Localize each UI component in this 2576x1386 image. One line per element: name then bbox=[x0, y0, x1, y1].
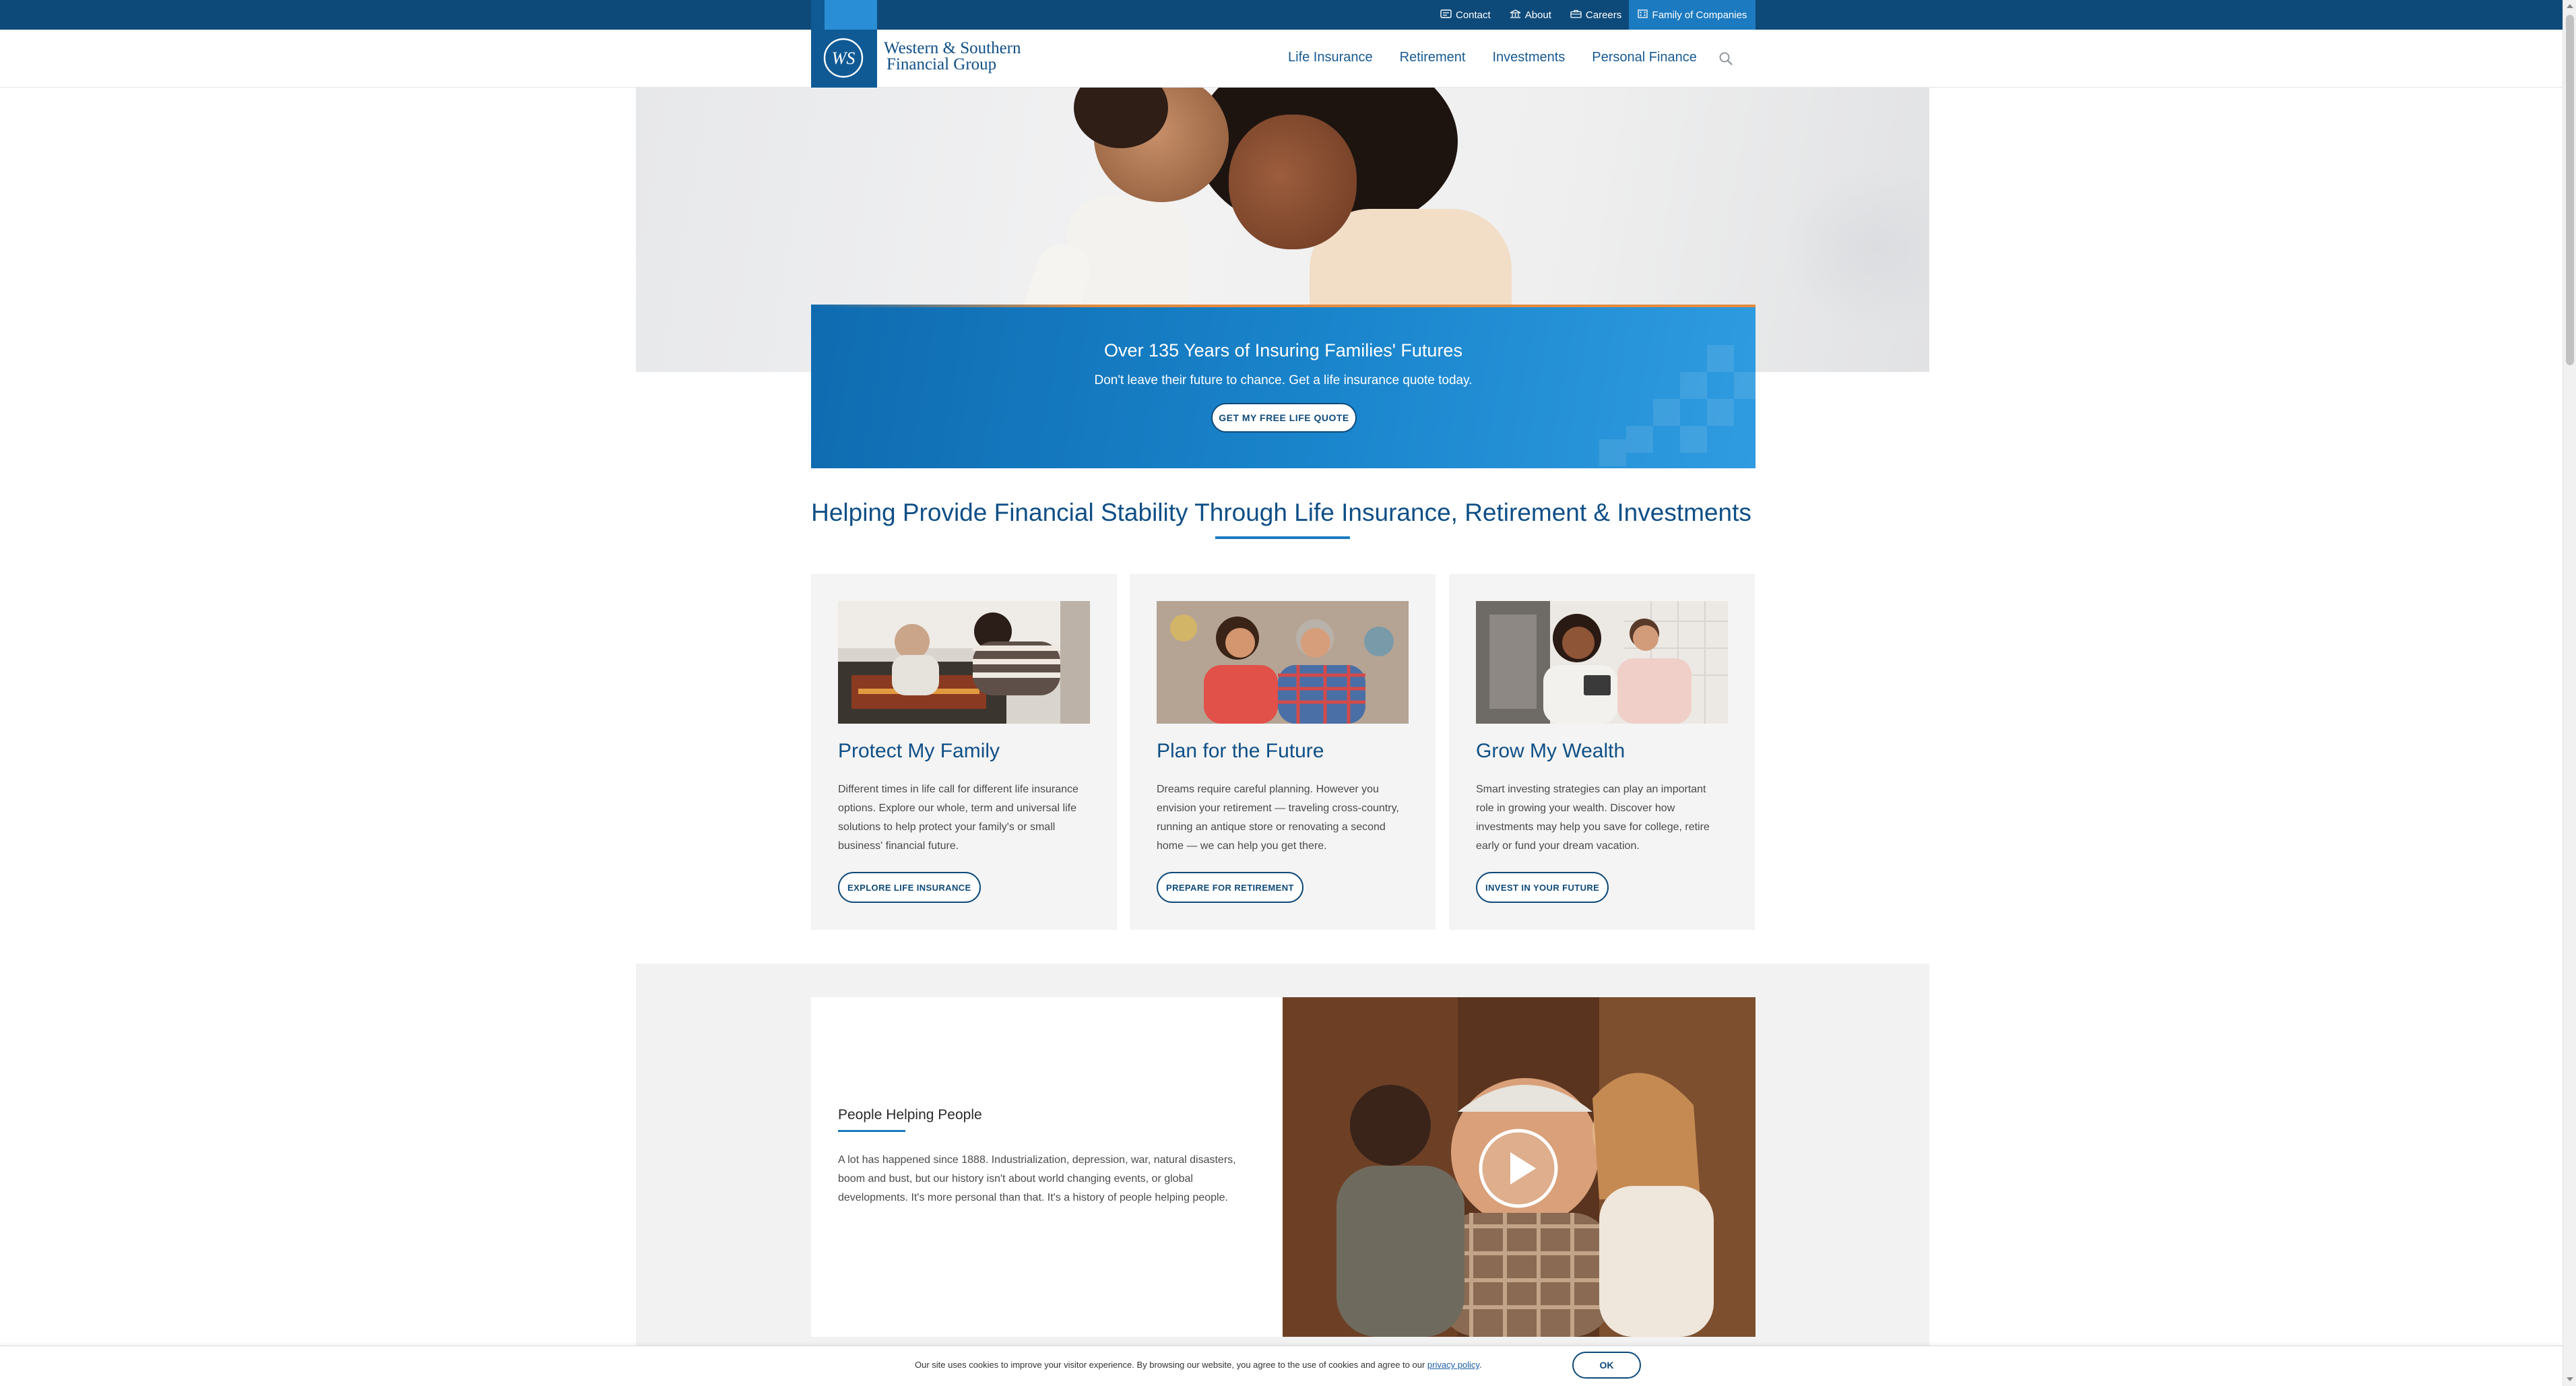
contact-link[interactable]: Contact bbox=[1440, 9, 1491, 21]
card-image-illustration bbox=[1157, 601, 1409, 724]
card-image-retired-couple bbox=[1157, 601, 1409, 724]
cookie-text: Our site uses cookies to improve your vi… bbox=[915, 1360, 1482, 1370]
promo-accent-line bbox=[811, 305, 1756, 307]
family-of-companies-label: Family of Companies bbox=[1652, 9, 1747, 21]
section-heading: Helping Provide Financial Stability Thro… bbox=[811, 499, 1751, 526]
nav-personal-finance[interactable]: Personal Finance bbox=[1592, 50, 1697, 65]
contact-card-icon bbox=[1440, 9, 1452, 21]
people-title-underline bbox=[838, 1130, 905, 1132]
invest-in-your-future-button[interactable]: INVEST IN YOUR FUTURE bbox=[1476, 872, 1609, 903]
nav-life-insurance[interactable]: Life Insurance bbox=[1288, 50, 1373, 65]
logo-monogram: WS bbox=[832, 49, 856, 68]
section-heading-underline bbox=[1215, 536, 1350, 539]
promo-pattern bbox=[1653, 399, 1680, 426]
cookie-text-main: Our site uses cookies to improve your vi… bbox=[915, 1360, 1427, 1370]
promo-title: Over 135 Years of Insuring Families' Fut… bbox=[1104, 340, 1462, 360]
hero-photo-shape bbox=[1229, 115, 1357, 249]
nav-investments[interactable]: Investments bbox=[1492, 50, 1565, 65]
about-link[interactable]: About bbox=[1510, 9, 1551, 21]
card-image-illustration bbox=[1476, 601, 1728, 724]
card-plan-future: Plan for the Future Dreams require caref… bbox=[1130, 574, 1436, 930]
prepare-for-retirement-button[interactable]: PREPARE FOR RETIREMENT bbox=[1157, 872, 1303, 903]
card-text: Different times in life call for differe… bbox=[838, 784, 1078, 852]
cookie-ok-button[interactable]: OK bbox=[1572, 1352, 1641, 1379]
site-header bbox=[0, 30, 2563, 88]
play-icon bbox=[1479, 1129, 1558, 1208]
free-quote-button[interactable]: GET MY FREE LIFE QUOTE bbox=[1211, 403, 1357, 433]
card-image-couple-tablet bbox=[1476, 601, 1728, 724]
cookie-text-end: . bbox=[1479, 1360, 1482, 1370]
card-text: Dreams require careful planning. However… bbox=[1157, 784, 1399, 852]
card-protect-family: Protect My Family Different times in lif… bbox=[811, 574, 1117, 930]
promo-pattern bbox=[1599, 439, 1626, 466]
card-image-family-kitchen bbox=[838, 601, 1090, 724]
about-link-label: About bbox=[1524, 9, 1551, 21]
page-scrollbar[interactable] bbox=[2563, 0, 2576, 1386]
scroll-down-arrow-icon[interactable] bbox=[2567, 1377, 2573, 1381]
card-title: Protect My Family bbox=[838, 740, 1000, 762]
promo-pattern bbox=[1626, 426, 1653, 453]
logo-accent bbox=[825, 0, 877, 30]
family-of-companies-button[interactable]: Family of Companies bbox=[1629, 0, 1756, 30]
utility-bar: Contact About Careers Family of Companie… bbox=[0, 0, 2563, 30]
logo-wordmark[interactable]: Western & Southern Financial Group bbox=[884, 40, 1021, 73]
card-image-illustration bbox=[838, 601, 1090, 724]
logo-line-2: Financial Group bbox=[887, 55, 997, 73]
privacy-policy-link[interactable]: privacy policy bbox=[1427, 1360, 1479, 1370]
logo-accent-left bbox=[811, 0, 825, 30]
quote-promo-banner: Over 135 Years of Insuring Families' Fut… bbox=[811, 305, 1756, 468]
careers-link[interactable]: Careers bbox=[1570, 9, 1621, 21]
careers-link-label: Careers bbox=[1585, 9, 1622, 21]
promo-pattern bbox=[1707, 399, 1734, 426]
people-text: A lot has happened since 1888. Industria… bbox=[838, 1154, 1236, 1203]
nav-retirement[interactable]: Retirement bbox=[1400, 50, 1466, 65]
explore-life-insurance-button[interactable]: EXPLORE LIFE INSURANCE bbox=[838, 872, 981, 903]
contact-link-label: Contact bbox=[1456, 9, 1491, 21]
search-button[interactable] bbox=[1718, 51, 1734, 67]
scroll-thumb[interactable] bbox=[2566, 15, 2574, 365]
utility-links: Contact About Careers bbox=[1440, 0, 1621, 30]
ws-monogram-icon: WS bbox=[823, 38, 864, 78]
card-text: Smart investing strategies can play an i… bbox=[1476, 784, 1710, 852]
card-grow-wealth: Grow My Wealth Smart investing strategie… bbox=[1449, 574, 1755, 930]
card-title: Grow My Wealth bbox=[1476, 740, 1625, 762]
search-icon bbox=[1719, 52, 1733, 65]
promo-subtitle: Don't leave their future to chance. Get … bbox=[1094, 373, 1473, 387]
main-nav: Life Insurance Retirement Investments Pe… bbox=[1288, 50, 1697, 65]
grid-building-icon bbox=[1637, 9, 1648, 21]
briefcase-icon bbox=[1570, 9, 1582, 21]
logo-line-1: Western & Southern bbox=[884, 39, 1021, 57]
play-button[interactable] bbox=[1477, 1127, 1560, 1210]
people-title: People Helping People bbox=[838, 1107, 982, 1123]
card-title: Plan for the Future bbox=[1157, 740, 1324, 762]
promo-pattern bbox=[1680, 426, 1707, 453]
building-icon bbox=[1510, 9, 1521, 21]
logo[interactable]: WS bbox=[811, 0, 877, 88]
scroll-up-arrow-icon[interactable] bbox=[2567, 4, 2573, 8]
